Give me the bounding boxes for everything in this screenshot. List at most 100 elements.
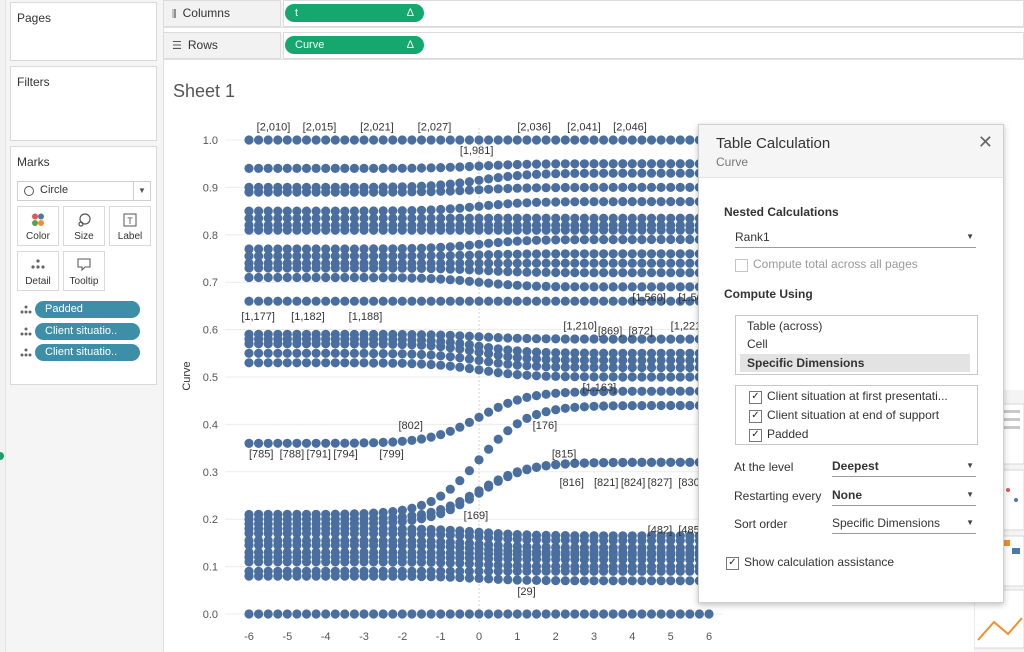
compute-using-list: Table (across) Cell Specific Dimensions bbox=[735, 315, 978, 375]
compute-total-checkbox[interactable] bbox=[735, 259, 748, 272]
data-point bbox=[493, 333, 503, 343]
mark-type-dropdown[interactable]: Circle ▼ bbox=[17, 181, 151, 201]
data-point bbox=[445, 352, 455, 362]
data-point bbox=[273, 329, 283, 339]
data-point bbox=[637, 282, 647, 292]
data-point bbox=[321, 272, 331, 283]
data-point bbox=[512, 296, 522, 306]
data-point bbox=[455, 566, 465, 576]
data-point bbox=[311, 329, 321, 339]
data-point bbox=[599, 348, 609, 358]
mark-type-value: Circle bbox=[40, 184, 69, 196]
data-point bbox=[455, 331, 465, 341]
data-point bbox=[301, 329, 312, 339]
data-point bbox=[254, 163, 264, 173]
data-point bbox=[263, 182, 273, 192]
data-point bbox=[589, 258, 599, 268]
data-point bbox=[273, 182, 283, 192]
sort-order-dropdown[interactable]: Specific Dimensions ▼ bbox=[832, 513, 976, 534]
data-point bbox=[254, 272, 264, 283]
data-point bbox=[321, 609, 331, 619]
data-label: [791] bbox=[307, 449, 331, 461]
data-point bbox=[589, 168, 599, 178]
data-point bbox=[349, 206, 359, 216]
data-point bbox=[531, 462, 542, 472]
data-point bbox=[560, 169, 570, 179]
data-point bbox=[474, 277, 484, 287]
compute-option-cell[interactable]: Cell bbox=[747, 337, 768, 351]
data-point bbox=[426, 205, 436, 215]
y-tick-label: 0.7 bbox=[203, 277, 218, 289]
data-point bbox=[560, 348, 570, 358]
show-assistance-checkbox[interactable]: ✓ bbox=[726, 557, 739, 570]
tooltip-button[interactable]: Tooltip bbox=[63, 251, 105, 291]
data-point bbox=[618, 372, 628, 382]
data-point bbox=[646, 182, 657, 192]
mark-pill-client-situation-first[interactable]: Client situatio.. bbox=[35, 323, 140, 340]
detail-button[interactable]: Detail bbox=[17, 251, 59, 291]
filters-card[interactable]: Filters bbox=[10, 66, 157, 141]
compute-option-specific-dimensions[interactable]: Specific Dimensions bbox=[747, 356, 864, 370]
data-point bbox=[656, 282, 666, 292]
mark-pill-padded[interactable]: Padded bbox=[35, 301, 140, 318]
data-point bbox=[599, 197, 609, 207]
pages-card[interactable]: Pages bbox=[10, 2, 157, 61]
data-point bbox=[388, 566, 398, 576]
data-point bbox=[244, 244, 254, 254]
color-dots-icon bbox=[32, 213, 44, 226]
sort-order-value: Specific Dimensions bbox=[832, 516, 941, 530]
data-point bbox=[474, 175, 484, 185]
data-point bbox=[656, 234, 666, 245]
columns-shelf-label: ⫼ Columns bbox=[163, 0, 281, 27]
data-point bbox=[455, 135, 465, 145]
data-point bbox=[340, 438, 350, 448]
nested-calculation-dropdown[interactable]: Rank1 ▼ bbox=[735, 227, 976, 248]
dimension-label-end-of-support: Client situation at end of support bbox=[767, 408, 940, 422]
at-level-dropdown[interactable]: Deepest ▼ bbox=[832, 456, 976, 477]
data-point bbox=[637, 531, 647, 541]
data-point bbox=[512, 530, 522, 540]
data-point bbox=[685, 372, 695, 382]
data-point bbox=[656, 457, 666, 467]
restarting-every-dropdown[interactable]: None ▼ bbox=[832, 485, 976, 506]
size-button[interactable]: Size bbox=[63, 206, 105, 246]
rows-pill-curve[interactable]: Curve Δ bbox=[285, 36, 424, 54]
data-point bbox=[426, 507, 436, 517]
columns-pill-t[interactable]: tΔ bbox=[285, 4, 424, 22]
data-point bbox=[541, 267, 551, 277]
close-icon[interactable]: ✕ bbox=[978, 132, 993, 153]
data-point bbox=[292, 296, 302, 306]
data-point bbox=[599, 296, 609, 306]
data-point bbox=[675, 135, 685, 145]
data-point bbox=[608, 282, 618, 292]
data-point bbox=[570, 268, 580, 278]
data-point bbox=[493, 184, 503, 194]
data-point bbox=[263, 509, 273, 519]
data-point bbox=[292, 348, 302, 358]
dimension-checkbox-first-presentation[interactable]: ✓ bbox=[749, 391, 762, 404]
data-point bbox=[369, 609, 379, 619]
data-point bbox=[541, 197, 551, 207]
data-point bbox=[541, 407, 551, 417]
data-point bbox=[445, 135, 455, 145]
data-point bbox=[512, 258, 522, 268]
data-point bbox=[685, 249, 695, 259]
data-point bbox=[359, 135, 369, 145]
data-point bbox=[618, 235, 628, 245]
data-point bbox=[599, 235, 609, 245]
color-button[interactable]: Color bbox=[17, 206, 59, 246]
data-point bbox=[464, 185, 474, 195]
data-point bbox=[531, 281, 542, 291]
data-point bbox=[330, 509, 340, 519]
data-point bbox=[627, 168, 637, 178]
data-label: [1,981] bbox=[460, 145, 494, 157]
mark-pill-client-situation-end[interactable]: Client situatio.. bbox=[35, 344, 140, 361]
compute-option-table-across[interactable]: Table (across) bbox=[747, 319, 822, 333]
dimension-checkbox-padded[interactable]: ✓ bbox=[749, 429, 762, 442]
label-button[interactable]: T Label bbox=[109, 206, 151, 246]
data-point bbox=[388, 182, 398, 192]
data-point bbox=[244, 566, 254, 576]
dimension-checkbox-end-of-support[interactable]: ✓ bbox=[749, 410, 762, 423]
data-point bbox=[254, 566, 264, 576]
data-point bbox=[675, 386, 685, 396]
